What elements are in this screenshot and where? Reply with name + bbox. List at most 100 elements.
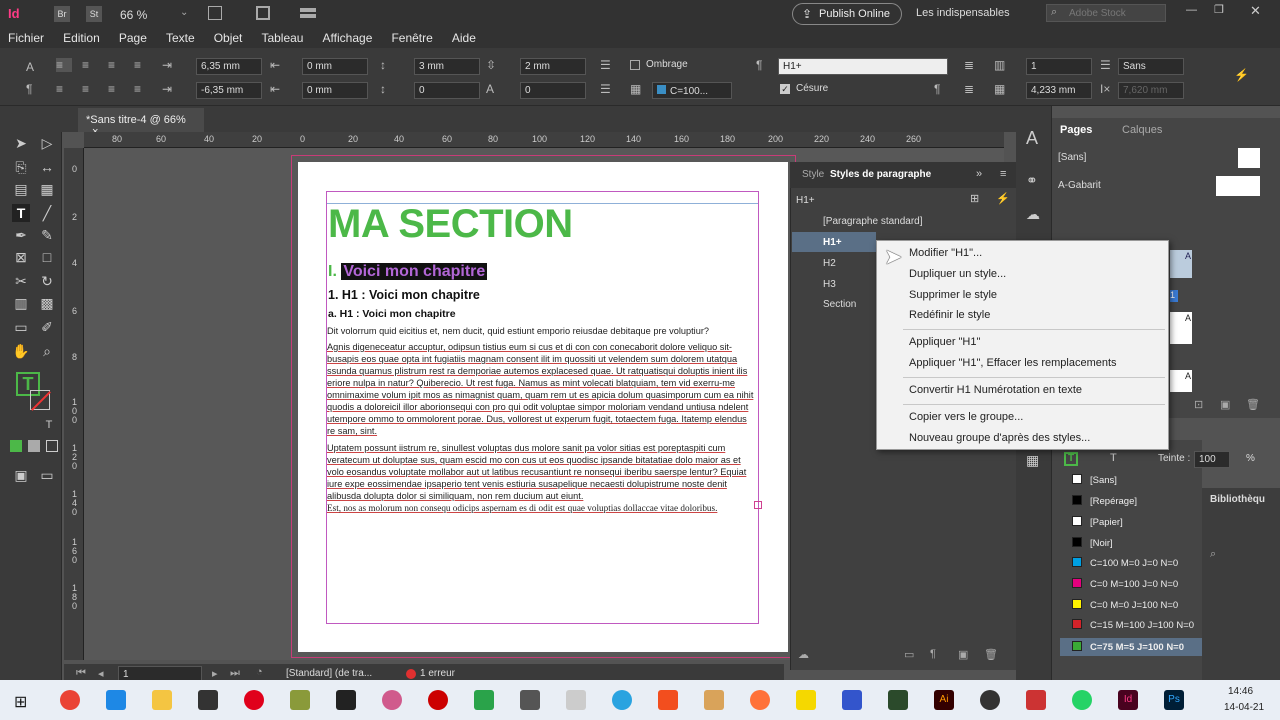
tab-paragraph-styles[interactable]: Styles de paragraphe — [830, 169, 931, 180]
selection-tool-icon[interactable]: ➤ — [12, 134, 30, 152]
swatch-green-selected[interactable]: C=75 M=5 J=100 N=0 — [1060, 638, 1202, 656]
body-paragraph-1[interactable]: Dit volorrum quid eicitius et, nem ducit… — [327, 325, 757, 337]
new-style-icon[interactable]: ▣ — [958, 648, 968, 661]
preflight-profile[interactable]: [Standard] (de tra... — [286, 668, 372, 679]
space-after-field[interactable]: 0 — [414, 82, 480, 99]
formatting-text-icon[interactable]: T — [40, 416, 58, 434]
swatch-paper[interactable]: [Papier] — [1072, 516, 1202, 534]
minimize-icon[interactable]: — — [1186, 4, 1197, 16]
tab-layers[interactable]: Calques — [1122, 124, 1162, 136]
cc-libraries-icon[interactable]: ☁ — [1026, 206, 1040, 223]
body-paragraph-3[interactable]: Uptatem possunt iistrum re, sinullest vo… — [327, 442, 757, 502]
trash-icon[interactable]: 🗑 — [984, 648, 998, 661]
swatch-fill-text-icon[interactable]: T — [1064, 452, 1078, 466]
menu-fichier[interactable]: Fichier — [0, 28, 52, 48]
align-left-icon[interactable]: ≡ — [56, 58, 72, 72]
justify-all-icon[interactable]: ≡ — [134, 82, 141, 96]
gradient-tool-icon[interactable]: ▥ — [12, 294, 30, 312]
headphones-app-icon[interactable] — [842, 690, 862, 710]
stock-icon[interactable]: St — [86, 6, 102, 22]
character-mode-icon[interactable]: A — [26, 60, 34, 74]
line-tool-icon[interactable]: ╱ — [38, 204, 56, 222]
last-page-icon[interactable]: ⏭ — [230, 667, 240, 680]
app-icon-15[interactable] — [704, 690, 724, 710]
pen-tool-icon[interactable]: ✒ — [12, 226, 30, 244]
whatsapp-icon[interactable] — [1072, 690, 1092, 710]
numbering-icon[interactable]: ☰ — [600, 82, 611, 96]
space-between-field[interactable]: 2 mm — [520, 58, 586, 75]
ctx-redefine-style[interactable]: Redéfinir le style — [909, 309, 990, 321]
master-a-thumb[interactable] — [1216, 176, 1260, 196]
page-2-thumb[interactable]: A — [1170, 312, 1192, 344]
lightning-icon[interactable]: ⚡ — [1234, 68, 1249, 82]
app-icon-10[interactable] — [474, 690, 494, 710]
shading-checkbox[interactable] — [630, 60, 640, 70]
swatch-red[interactable]: C=15 M=100 J=100 N=0 — [1072, 619, 1202, 637]
body-paragraph-2[interactable]: Agnis digeneceatur accuptur, odipsun tis… — [327, 341, 757, 437]
note-tool-icon[interactable]: ▭ — [12, 318, 30, 336]
arrange-documents-icon[interactable] — [300, 8, 316, 18]
app-icon-21[interactable] — [980, 690, 1000, 710]
app-icon-6[interactable] — [290, 690, 310, 710]
pencil-tool-icon[interactable]: ✎ — [38, 226, 56, 244]
paragraph-style-dropdown[interactable]: H1+ — [778, 58, 948, 75]
clock-date[interactable]: 14-04-21 — [1224, 702, 1264, 713]
rotate-tool-icon[interactable]: ↻ — [38, 272, 56, 290]
next-page-icon[interactable]: ▸ — [212, 667, 218, 680]
gradient-feather-icon[interactable]: ▩ — [38, 294, 56, 312]
swatch-formatting-icon[interactable]: T — [1110, 452, 1117, 464]
view-options-icon[interactable] — [208, 6, 222, 20]
style-item-section[interactable]: Section — [823, 299, 856, 310]
master-none[interactable]: [Sans] — [1058, 152, 1086, 163]
camera-app-icon[interactable] — [520, 690, 540, 710]
stroke-none-icon[interactable] — [30, 390, 51, 411]
restore-icon[interactable]: ❐ — [1214, 3, 1224, 16]
new-page-icon[interactable]: ▣ — [1220, 398, 1230, 411]
ctx-convert-numbering[interactable]: Convertir H1 Numérotation en texte — [909, 384, 1082, 396]
swatch-black[interactable]: [Noir] — [1072, 537, 1202, 555]
collapse-panel-icon[interactable]: » — [976, 168, 982, 180]
content-collector-icon[interactable]: ▤ — [12, 180, 30, 198]
justify-right-icon[interactable]: ≡ — [108, 82, 115, 96]
ctx-apply-style[interactable]: Appliquer "H1" — [909, 336, 980, 348]
right-indent-field[interactable]: 0 mm — [302, 58, 368, 75]
vertical-ruler[interactable]: 0 2 4 6 8 1 0 0 1 2 0 1 4 0 1 6 0 1 8 0 — [64, 148, 84, 660]
swatch-yellow[interactable]: C=0 M=0 J=100 N=0 — [1072, 599, 1202, 617]
menu-tableau[interactable]: Tableau — [253, 28, 311, 48]
body-paragraph-4[interactable]: Est, nos as molorum non consequ odicips … — [327, 502, 757, 514]
ctx-new-group-from-styles[interactable]: Nouveau groupe d'après des styles... — [909, 432, 1090, 444]
quick-apply-icon[interactable]: ⚡ — [996, 192, 1010, 205]
apply-color-icon[interactable] — [10, 440, 22, 452]
list-icon[interactable]: ≣ — [964, 58, 974, 72]
align-justify-icon[interactable]: ≡ — [134, 58, 141, 72]
bullets-icon[interactable]: ☰ — [600, 58, 611, 72]
eyedropper-tool-icon[interactable]: ✐ — [38, 318, 56, 336]
mail-icon[interactable] — [106, 690, 126, 710]
content-placer-icon[interactable]: ▦ — [38, 180, 56, 198]
windows-start-icon[interactable]: ⊞ — [14, 692, 27, 712]
heading-h1a[interactable]: a. H1 : Voici mon chapitre — [328, 308, 456, 320]
ctx-copy-to-group[interactable]: Copier vers le groupe... — [909, 411, 1023, 423]
master-none-thumb[interactable] — [1238, 148, 1260, 168]
page-3-thumb[interactable]: A — [1170, 370, 1192, 392]
apply-none-icon[interactable] — [46, 440, 58, 452]
links-icon[interactable]: ⚭ — [1026, 172, 1038, 189]
last-line-indent-field[interactable]: 0 mm — [302, 82, 368, 99]
adobe-stock-search[interactable]: ⌕ Adobe Stock — [1046, 4, 1166, 22]
first-line-indent-field[interactable]: -6,35 mm — [196, 82, 262, 99]
menu-affichage[interactable]: Affichage — [315, 28, 381, 48]
screen-mode-icon[interactable] — [256, 6, 270, 20]
type-tool-icon[interactable]: T — [12, 204, 30, 222]
tab-document[interactable]: *Sans titre-4 @ 66% × — [78, 108, 204, 138]
preflight-errors[interactable]: 1 erreur — [420, 668, 455, 679]
app-icon-8[interactable] — [382, 690, 402, 710]
chevron-down-icon[interactable]: ⌄ — [180, 7, 188, 18]
illustrator-icon[interactable]: Ai — [934, 690, 954, 710]
app-icon-19[interactable] — [888, 690, 908, 710]
ctx-modify-style[interactable]: Modifier "H1"... — [909, 247, 982, 259]
swatches-dock-icon[interactable]: ▦ — [1026, 452, 1039, 469]
photoshop-icon[interactable]: Ps — [1164, 690, 1184, 710]
swatch-cyan[interactable]: C=100 M=0 J=0 N=0 — [1072, 557, 1202, 575]
hand-tool-icon[interactable]: ✋ — [12, 342, 30, 360]
left-indent-field[interactable]: 6,35 mm — [196, 58, 262, 75]
